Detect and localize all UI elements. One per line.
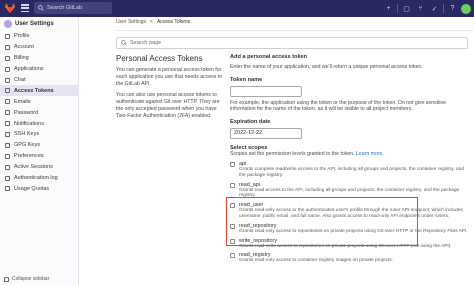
breadcrumb-parent[interactable]: User Settings <box>116 19 146 25</box>
breadcrumb-current[interactable]: Access Tokens <box>157 19 190 25</box>
form-subheading: Enter the name of your application, and … <box>230 64 423 70</box>
sidebar-item-profile[interactable]: Profile <box>0 31 78 42</box>
page-title: Personal Access Tokens <box>116 54 203 63</box>
lock-icon <box>5 110 10 116</box>
account-icon <box>5 44 10 50</box>
sidebar-item-notifications[interactable]: Notifications <box>0 118 78 129</box>
merge-request-icon[interactable]: ⑂ <box>415 3 426 14</box>
key-icon <box>5 131 10 137</box>
scope-read-registry[interactable]: read_registry Grants read-only access to… <box>230 252 470 264</box>
scopes-help: Scopes set the permission levels granted… <box>230 151 470 158</box>
sidebar-item-label: Active Sessions <box>14 164 53 171</box>
expiration-date-label: Expiration date <box>230 118 271 125</box>
quota-icon <box>5 186 10 192</box>
topbar-actions: + ▢ ⑂ ✓ ? <box>383 3 471 14</box>
sidebar-item-chat[interactable]: Chat <box>0 75 78 86</box>
collapse-sidebar-button[interactable]: Collapse sidebar <box>4 276 49 282</box>
sidebar-item-label: Emails <box>14 98 31 105</box>
help-icon[interactable]: ? <box>447 3 458 14</box>
chevron-double-left-icon <box>4 276 9 282</box>
learn-more-link[interactable]: Learn more. <box>356 151 384 157</box>
top-navbar: Search GitLab + ▢ ⑂ ✓ ? <box>0 0 474 17</box>
applications-icon <box>5 66 10 72</box>
plus-icon[interactable]: + <box>383 3 394 14</box>
sessions-icon <box>5 164 10 170</box>
sidebar-item-preferences[interactable]: Preferences <box>0 151 78 162</box>
issues-icon[interactable]: ▢ <box>401 3 412 14</box>
intro-section: Personal Access Tokens You can generate … <box>116 54 224 120</box>
sidebar-item-usage-quotas[interactable]: Usage Quotas <box>0 183 78 194</box>
sidebar-item-label: Access Tokens <box>14 87 54 94</box>
billing-icon <box>5 55 10 61</box>
sidebar-item-label: Account <box>14 44 34 51</box>
sidebar-item-label: GPG Keys <box>14 142 40 149</box>
sidebar-item-applications[interactable]: Applications <box>0 64 78 75</box>
sidebar-item-authentication-log[interactable]: Authentication log <box>0 173 78 184</box>
sidebar-item-label: Authentication log <box>14 175 58 182</box>
sidebar-item-account[interactable]: Account <box>0 42 78 53</box>
search-icon <box>121 40 127 46</box>
sidebar-item-label: Profile <box>14 33 30 40</box>
settings-search-placeholder: Search page <box>130 40 162 46</box>
sidebar-item-label: SSH Keys <box>14 131 40 138</box>
scope-read-api-checkbox[interactable] <box>230 182 235 188</box>
sidebar-item-password[interactable]: Password <box>0 107 78 118</box>
settings-sidebar: User Settings Profile Account Billing Ap… <box>0 17 79 285</box>
intro-paragraph-2: You can also use personal access tokens … <box>116 92 220 119</box>
chat-icon <box>5 77 10 83</box>
email-icon <box>5 99 10 105</box>
token-name-label: Token name <box>230 76 263 83</box>
breadcrumb-separator: < <box>150 19 153 25</box>
sidebar-item-label: Notifications <box>14 120 44 127</box>
menu-icon[interactable] <box>21 4 29 12</box>
scope-description: Grants read-only access to container reg… <box>239 258 394 264</box>
sidebar-item-billing[interactable]: Billing <box>0 53 78 64</box>
key-icon <box>5 142 10 148</box>
scope-api-checkbox[interactable] <box>230 162 235 167</box>
sidebar-item-label: Password <box>14 109 39 116</box>
expiration-date-input[interactable]: 2022-12-22 <box>230 127 302 139</box>
profile-icon <box>5 33 10 39</box>
sidebar-item-gpg-keys[interactable]: GPG Keys <box>0 140 78 151</box>
divider <box>397 4 398 13</box>
global-search-input[interactable]: Search GitLab <box>34 2 112 14</box>
scope-read-registry-checkbox[interactable] <box>230 253 235 259</box>
scope-description: Grants complete read/write access to the… <box>239 167 464 178</box>
sidebar-item-active-sessions[interactable]: Active Sessions <box>0 162 78 173</box>
token-icon <box>5 88 10 94</box>
scope-api[interactable]: api Grants complete read/write access to… <box>230 161 470 179</box>
sidebar-avatar <box>4 20 12 28</box>
intro-paragraph-1: You can generate a personal access token… <box>116 67 223 87</box>
todo-icon[interactable]: ✓ <box>429 3 440 14</box>
preferences-icon <box>5 153 10 159</box>
sidebar-item-emails[interactable]: Emails <box>0 96 78 107</box>
sidebar-item-ssh-keys[interactable]: SSH Keys <box>0 129 78 140</box>
sidebar-item-label: Chat <box>14 77 26 83</box>
sidebar-title: User Settings <box>15 21 54 27</box>
sidebar-header[interactable]: User Settings <box>0 17 78 31</box>
highlight-box <box>226 197 418 246</box>
scopes-help-text: Scopes set the permission levels granted… <box>230 150 355 157</box>
sidebar-item-access-tokens[interactable]: Access Tokens <box>0 85 78 97</box>
form-heading: Add a personal access token <box>230 54 308 60</box>
settings-search-input[interactable]: Search page <box>116 37 468 49</box>
divider <box>443 4 444 13</box>
user-avatar[interactable] <box>461 3 471 14</box>
sidebar-item-label: Usage Quotas <box>14 185 50 192</box>
sidebar-item-label: Preferences <box>14 153 44 160</box>
token-name-help: For example, the application using the t… <box>230 99 446 113</box>
main-content: User Settings < Access Tokens Search pag… <box>80 17 474 285</box>
sidebar-item-label: Billing <box>14 55 29 62</box>
gitlab-logo-icon[interactable] <box>4 2 16 14</box>
log-icon <box>5 175 10 181</box>
token-name-input[interactable] <box>230 85 302 97</box>
global-search-placeholder: Search GitLab <box>47 5 83 11</box>
sidebar-item-label: Applications <box>14 66 44 73</box>
collapse-sidebar-label: Collapse sidebar <box>12 276 50 282</box>
search-icon <box>38 5 44 11</box>
notifications-icon <box>5 121 10 127</box>
breadcrumb: User Settings < Access Tokens <box>116 19 190 25</box>
divider <box>116 30 474 31</box>
